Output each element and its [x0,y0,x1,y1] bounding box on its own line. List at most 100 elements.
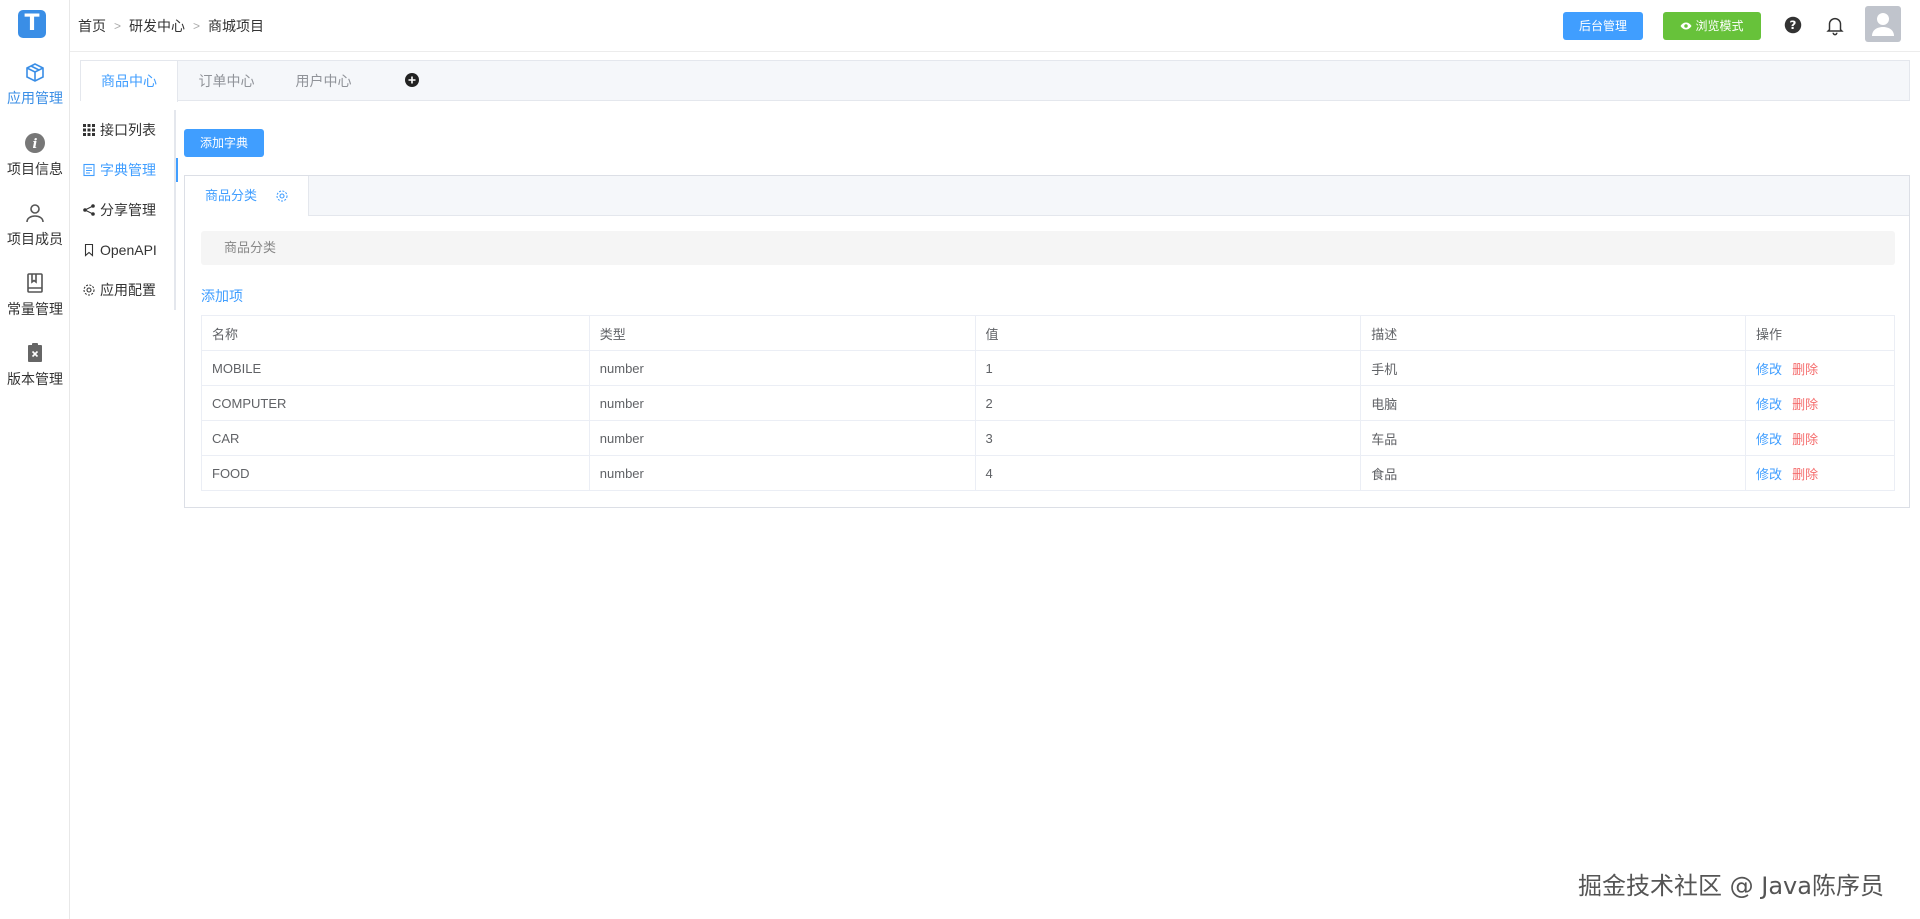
rail-item-label: 项目成员 [7,231,63,247]
rail-item-version-management[interactable]: 版本管理 [0,341,70,389]
cell-name: COMPUTER [201,385,590,421]
grid-icon [83,124,95,136]
cell-description: 车品 [1360,420,1747,456]
delete-link[interactable]: 删除 [1792,432,1818,447]
rail-item-label: 应用管理 [7,90,63,106]
preview-mode-label: 浏览模式 [1695,19,1744,33]
avatar[interactable] [1865,6,1901,42]
submenu-item-api-list[interactable]: 接口列表 [80,118,176,142]
package-icon [26,63,44,82]
edit-link[interactable]: 修改 [1756,432,1782,447]
submenu-item-share-management[interactable]: 分享管理 [80,198,176,222]
dict-items-table: 名称 类型 值 描述 操作 MOBILE number 1 手机 修改 删除 CO… [201,315,1895,491]
tab-order-center[interactable]: 订单中心 [178,61,275,101]
rail-item-project-members[interactable]: 项目成员 [0,201,70,249]
cell-description: 食品 [1360,455,1747,491]
tab-user-center[interactable]: 用户中心 [275,61,372,101]
add-dict-button[interactable]: 添加字典 [184,129,264,157]
help-icon[interactable]: ? [1782,14,1804,36]
dict-card: 商品分类 商品分类 添加项 名称 类型 值 描述 操作 MOBILE numbe… [184,175,1910,508]
cell-value: 1 [974,350,1362,386]
cell-value: 4 [974,455,1362,491]
eye-icon [1680,22,1692,30]
rail-item-label: 版本管理 [7,371,63,387]
bell-icon[interactable] [1824,14,1846,36]
delete-link[interactable]: 删除 [1792,467,1818,482]
rail-item-project-info[interactable]: i 项目信息 [0,131,70,179]
dict-description: 商品分类 [201,231,1895,265]
table-row: COMPUTER number 2 电脑 修改 删除 [201,385,1895,421]
bookmark-icon [84,243,94,257]
cell-type: number [588,455,976,491]
breadcrumb: 首页 > 研发中心 > 商城项目 [78,16,264,36]
cell-actions: 修改 删除 [1745,420,1895,456]
cell-name: MOBILE [201,350,590,386]
module-tabs: 商品中心 订单中心 用户中心 [80,60,1910,102]
edit-link[interactable]: 修改 [1756,397,1782,412]
cell-actions: 修改 删除 [1745,455,1895,491]
watermark: 掘金技术社区 @ Java陈序员 [1578,872,1884,900]
sub-menu: 接口列表 字典管理 分享管理 OpenAPI 应用配置 [80,110,178,310]
cell-type: number [588,350,976,386]
table-row: FOOD number 4 食品 修改 删除 [201,455,1895,491]
admin-button[interactable]: 后台管理 [1563,12,1643,40]
submenu-label: OpenAPI [100,242,157,258]
column-header-description: 描述 [1360,315,1747,351]
book-icon [27,273,43,293]
gear-icon [83,284,95,296]
share-icon [83,204,95,216]
table-row: CAR number 3 车品 修改 删除 [201,420,1895,456]
submenu-label: 应用配置 [100,282,156,298]
clipboard-icon [28,343,42,362]
cell-name: FOOD [201,455,590,491]
rail-item-label: 常量管理 [7,301,63,317]
cell-description: 手机 [1360,350,1747,386]
chevron-right-icon: > [114,19,122,33]
submenu-label: 接口列表 [100,122,156,138]
table-row: MOBILE number 1 手机 修改 删除 [201,350,1895,386]
cell-description: 电脑 [1360,385,1747,421]
svg-text:i: i [33,137,38,152]
breadcrumb-item-home[interactable]: 首页 [78,16,106,36]
user-icon [1872,13,1894,36]
dict-tab-label: 商品分类 [205,188,258,203]
preview-mode-button[interactable]: 浏览模式 [1663,12,1761,40]
submenu-item-dict-management[interactable]: 字典管理 [80,158,178,182]
cell-type: number [588,420,976,456]
add-tab-icon[interactable] [404,72,420,88]
cell-value: 2 [974,385,1362,421]
tab-goods-center[interactable]: 商品中心 [81,61,178,102]
submenu-label: 字典管理 [100,162,156,178]
column-header-value: 值 [974,315,1362,351]
submenu-item-openapi[interactable]: OpenAPI [80,238,176,262]
breadcrumb-item-rd-center[interactable]: 研发中心 [129,16,185,36]
delete-link[interactable]: 删除 [1792,362,1818,377]
info-icon: i [25,133,45,153]
edit-link[interactable]: 修改 [1756,362,1782,377]
left-rail: T 应用管理 i 项目信息 项目成员 常量管理 版本管理 [0,0,70,919]
add-item-link[interactable]: 添加项 [201,286,243,306]
edit-link[interactable]: 修改 [1756,467,1782,482]
top-header: 首页 > 研发中心 > 商城项目 后台管理 浏览模式 ? [70,0,1920,52]
breadcrumb-item-current: 商城项目 [208,18,265,34]
cell-actions: 修改 删除 [1745,350,1895,386]
chevron-right-icon: > [193,19,201,33]
app-logo[interactable]: T [18,10,46,38]
svg-text:?: ? [1790,18,1797,32]
submenu-label: 分享管理 [100,202,156,218]
tab-dict-goods-category[interactable]: 商品分类 [185,176,309,216]
cell-type: number [588,385,976,421]
delete-link[interactable]: 删除 [1792,397,1818,412]
document-icon [83,163,95,177]
rail-item-app-management[interactable]: 应用管理 [0,60,70,108]
gear-icon[interactable] [275,189,289,203]
cell-actions: 修改 删除 [1745,385,1895,421]
column-header-type: 类型 [588,315,976,351]
cell-name: CAR [201,420,590,456]
rail-item-label: 项目信息 [7,161,63,177]
column-header-actions: 操作 [1745,315,1895,351]
dict-tabs: 商品分类 [185,176,1909,216]
rail-item-constant-management[interactable]: 常量管理 [0,271,70,319]
submenu-item-app-config[interactable]: 应用配置 [80,278,176,302]
user-icon [26,204,44,223]
